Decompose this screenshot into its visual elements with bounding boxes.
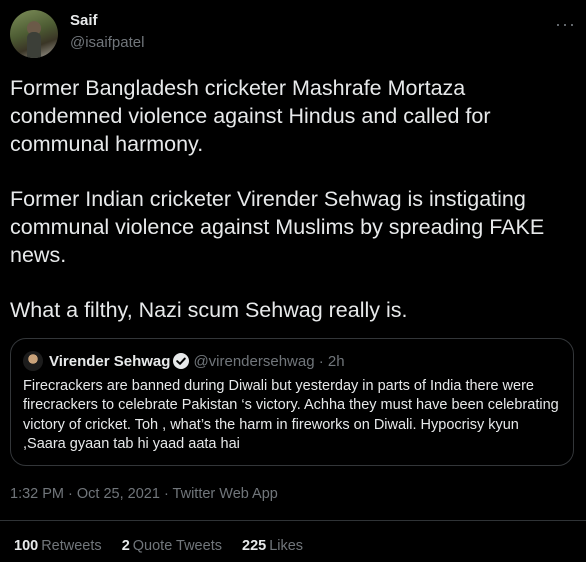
quoted-display-name[interactable]: Virender Sehwag xyxy=(49,353,170,370)
tweet-paragraph: Former Bangladesh cricketer Mashrafe Mor… xyxy=(10,76,491,156)
tweet-text: Former Bangladesh cricketer Mashrafe Mor… xyxy=(10,74,576,351)
tweet-header: Saif @isaifpatel ··· xyxy=(10,10,576,60)
quoted-tweet-card[interactable]: Virender Sehwag @virendersehwag · 2h Fire… xyxy=(10,338,574,466)
likes-count: 225 xyxy=(242,538,267,554)
tweet-timestamp-source[interactable]: 1:32 PM · Oct 25, 2021 · Twitter Web App xyxy=(10,486,278,502)
quoted-tweet-header: Virender Sehwag @virendersehwag · 2h xyxy=(23,351,345,371)
tweet-paragraph: Former Indian cricketer Virender Sehwag … xyxy=(10,187,545,267)
quote-tweets-stat[interactable]: 2 Quote Tweets xyxy=(122,538,222,554)
quoted-tweet-text: Firecrackers are banned during Diwali bu… xyxy=(23,378,559,453)
likes-stat[interactable]: 225 Likes xyxy=(242,538,303,554)
quote-tweets-label: Quote Tweets xyxy=(132,538,222,554)
more-icon[interactable]: ··· xyxy=(555,14,576,35)
retweets-count: 100 xyxy=(14,538,39,554)
verified-badge-icon xyxy=(173,353,190,369)
engagement-stats: 100 Retweets 2 Quote Tweets 225 Likes xyxy=(14,538,319,554)
author-handle[interactable]: @isaifpatel xyxy=(70,34,144,51)
quoted-avatar[interactable] xyxy=(23,351,43,371)
avatar[interactable] xyxy=(10,10,58,58)
divider xyxy=(0,520,586,521)
retweets-stat[interactable]: 100 Retweets xyxy=(14,538,102,554)
quote-tweets-count: 2 xyxy=(121,538,130,554)
quoted-handle-time[interactable]: @virendersehwag · 2h xyxy=(193,353,344,370)
tweet-paragraph: What a filthy, Nazi scum Sehwag really i… xyxy=(10,298,408,322)
retweets-label: Retweets xyxy=(41,538,102,554)
likes-label: Likes xyxy=(269,538,304,554)
author-display-name[interactable]: Saif xyxy=(70,12,98,29)
